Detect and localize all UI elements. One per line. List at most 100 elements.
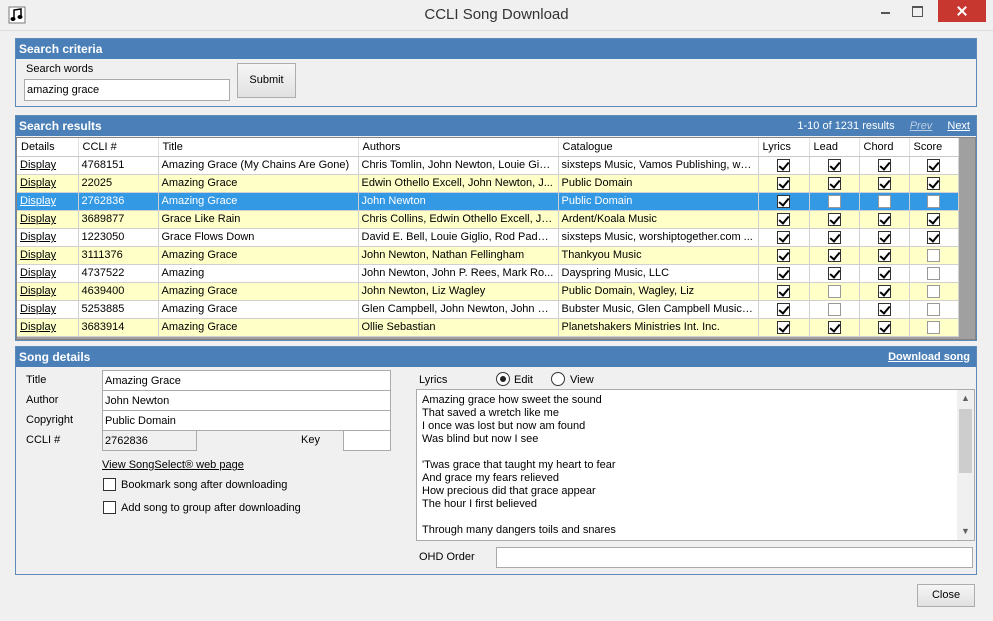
- table-row[interactable]: Display 3111376 Amazing Grace John Newton, …: [17, 246, 959, 265]
- lyrics-checkbox[interactable]: [777, 248, 790, 262]
- lyrics-cell: [758, 300, 810, 319]
- table-row[interactable]: Display 2762836 Amazing Grace John Newton Pu…: [17, 192, 959, 211]
- view-radio[interactable]: [551, 372, 565, 386]
- column-header[interactable]: Lyrics: [758, 138, 810, 157]
- column-header[interactable]: Lead: [809, 138, 860, 157]
- table-row[interactable]: Display 3683914 Amazing Grace Ollie Sebasti…: [17, 318, 959, 337]
- table-row[interactable]: Display 5253885 Amazing Grace Glen Campbell…: [17, 300, 959, 319]
- maximize-button[interactable]: [902, 0, 932, 22]
- chord-checkbox[interactable]: [877, 212, 891, 226]
- score-checkbox[interactable]: [927, 212, 940, 226]
- display-link[interactable]: Display: [20, 231, 56, 243]
- display-link[interactable]: Display: [20, 195, 56, 207]
- lyrics-checkbox[interactable]: [777, 266, 790, 280]
- results-grid[interactable]: Details CCLI # Title Authors Catalogue Lyrics…: [16, 137, 976, 340]
- column-header[interactable]: Chord: [859, 138, 910, 157]
- score-checkbox[interactable]: [927, 176, 940, 190]
- lyrics-checkbox[interactable]: [777, 284, 790, 298]
- edit-radio[interactable]: [496, 372, 510, 386]
- lyrics-cell: [758, 318, 810, 337]
- score-checkbox[interactable]: [927, 266, 940, 280]
- display-link[interactable]: Display: [20, 177, 56, 189]
- minimize-button[interactable]: [870, 0, 900, 22]
- table-row[interactable]: Display 22025 Amazing Grace Edwin Othello E…: [17, 174, 959, 193]
- submit-button[interactable]: Submit: [237, 63, 296, 98]
- chord-checkbox[interactable]: [877, 194, 891, 208]
- key-field[interactable]: [343, 430, 391, 451]
- scroll-thumb[interactable]: [959, 409, 972, 473]
- display-link[interactable]: Display: [20, 213, 56, 225]
- column-header[interactable]: Catalogue: [558, 138, 759, 157]
- score-checkbox[interactable]: [927, 248, 940, 262]
- display-link[interactable]: Display: [20, 285, 56, 297]
- score-checkbox[interactable]: [927, 194, 940, 208]
- chord-checkbox[interactable]: [877, 158, 891, 172]
- lyrics-scrollbar[interactable]: ▲ ▼: [957, 390, 974, 540]
- display-link[interactable]: Display: [20, 303, 56, 315]
- display-link[interactable]: Display: [20, 321, 56, 333]
- chord-checkbox[interactable]: [877, 230, 891, 244]
- lead-checkbox[interactable]: [827, 266, 841, 280]
- score-checkbox[interactable]: [927, 320, 940, 334]
- ohd-order-field[interactable]: [496, 547, 973, 568]
- prev-link[interactable]: Prev: [910, 120, 933, 132]
- chord-checkbox[interactable]: [877, 302, 891, 316]
- score-checkbox[interactable]: [927, 284, 940, 298]
- score-checkbox[interactable]: [927, 158, 940, 172]
- display-link[interactable]: Display: [20, 249, 56, 261]
- column-header[interactable]: Title: [158, 138, 359, 157]
- lead-cell: [809, 192, 860, 211]
- lyrics-checkbox[interactable]: [777, 302, 790, 316]
- chord-checkbox[interactable]: [877, 248, 891, 262]
- display-link[interactable]: Display: [20, 267, 56, 279]
- lyrics-checkbox[interactable]: [777, 194, 790, 208]
- lead-checkbox[interactable]: [827, 248, 841, 262]
- copyright-field[interactable]: Public Domain: [102, 410, 391, 431]
- title-field[interactable]: Amazing Grace: [102, 370, 391, 391]
- table-row[interactable]: Display 3689877 Grace Like Rain Chris Colli…: [17, 210, 959, 229]
- chord-checkbox[interactable]: [877, 266, 891, 280]
- lead-checkbox[interactable]: [827, 320, 841, 334]
- search-words-input[interactable]: amazing grace: [24, 79, 230, 101]
- lyrics-checkbox[interactable]: [777, 230, 790, 244]
- column-header[interactable]: Authors: [358, 138, 559, 157]
- lead-checkbox[interactable]: [827, 194, 841, 208]
- lyrics-checkbox[interactable]: [777, 176, 790, 190]
- window-close-button[interactable]: [938, 0, 986, 22]
- lead-checkbox[interactable]: [827, 176, 841, 190]
- next-link[interactable]: Next: [947, 120, 970, 132]
- scroll-up-icon[interactable]: ▲: [957, 390, 974, 407]
- scroll-down-icon[interactable]: ▼: [957, 523, 974, 540]
- display-link[interactable]: Display: [20, 159, 56, 171]
- table-row[interactable]: Display 4768151 Amazing Grace (My Chains A…: [17, 156, 959, 175]
- lead-checkbox[interactable]: [827, 158, 841, 172]
- bookmark-checkbox[interactable]: [103, 478, 116, 491]
- chord-checkbox[interactable]: [877, 176, 891, 190]
- table-row[interactable]: Display 4639400 Amazing Grace John Newton, …: [17, 282, 959, 301]
- table-row[interactable]: Display 1223050 Grace Flows Down David E. B…: [17, 228, 959, 247]
- lyrics-checkbox[interactable]: [777, 320, 790, 334]
- songselect-link[interactable]: View SongSelect® web page: [102, 459, 244, 471]
- lead-checkbox[interactable]: [827, 284, 841, 298]
- lyrics-checkbox[interactable]: [777, 212, 790, 226]
- score-checkbox[interactable]: [927, 302, 940, 316]
- lyrics-line: Through many dangers toils and snares: [422, 524, 616, 536]
- lyrics-textarea[interactable]: Amazing grace how sweet the sound That sa…: [416, 389, 975, 541]
- table-row[interactable]: Display 4737522 Amazing John Newton, John P…: [17, 264, 959, 283]
- lead-checkbox[interactable]: [827, 212, 841, 226]
- column-header[interactable]: CCLI #: [78, 138, 159, 157]
- download-song-link[interactable]: Download song: [888, 351, 970, 363]
- close-button[interactable]: Close: [917, 584, 975, 607]
- lyrics-checkbox[interactable]: [777, 158, 790, 172]
- score-checkbox[interactable]: [927, 230, 940, 244]
- lead-checkbox[interactable]: [827, 230, 841, 244]
- column-header[interactable]: Details: [17, 138, 79, 157]
- add-group-checkbox[interactable]: [103, 501, 116, 514]
- column-header[interactable]: Score: [909, 138, 959, 157]
- lyrics-cell: [758, 174, 810, 193]
- lead-checkbox[interactable]: [827, 302, 841, 316]
- author-field[interactable]: John Newton: [102, 390, 391, 411]
- bookmark-label: Bookmark song after downloading: [121, 479, 288, 491]
- chord-checkbox[interactable]: [877, 320, 891, 334]
- chord-checkbox[interactable]: [877, 284, 891, 298]
